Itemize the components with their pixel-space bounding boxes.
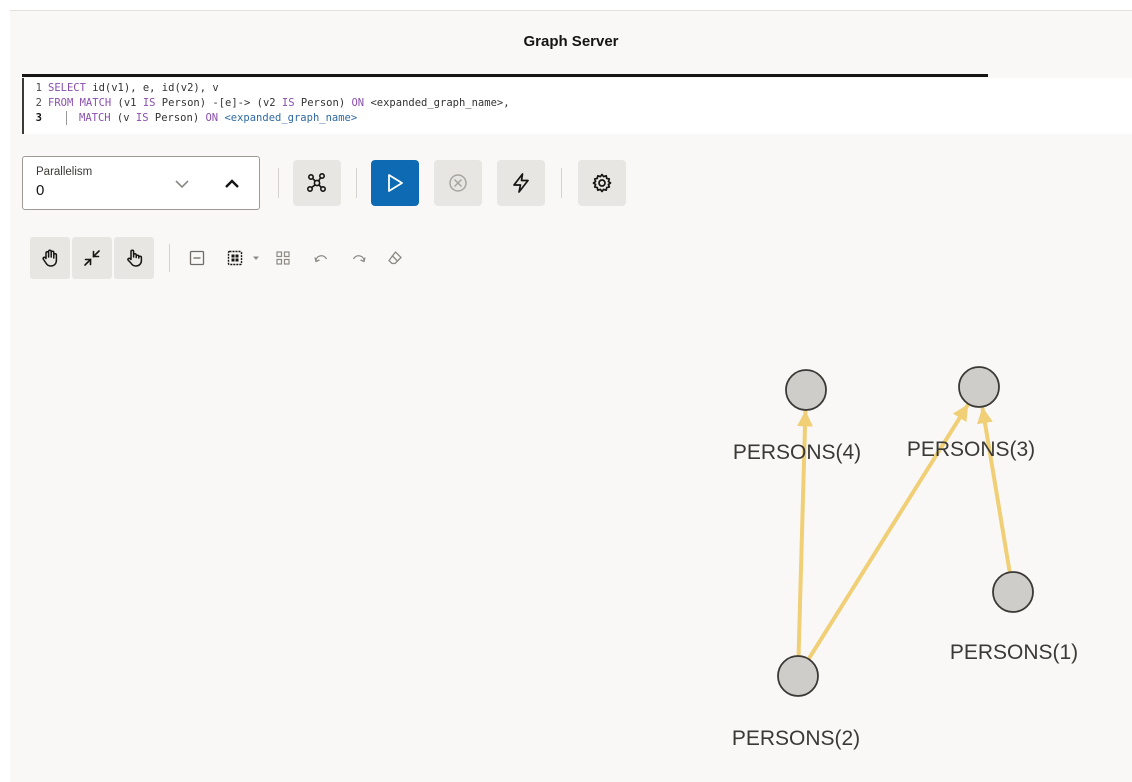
- code-line[interactable]: 1 SELECT id(v1), e, id(v2), v: [24, 81, 1132, 96]
- line-number: 1: [35, 82, 42, 94]
- parallelism-label: Parallelism: [36, 166, 93, 178]
- graph-toolbar: [30, 237, 408, 279]
- lightning-icon: [513, 173, 529, 193]
- settings-button[interactable]: [578, 160, 626, 206]
- toolbar-divider: [356, 168, 357, 198]
- toolbar-divider: [561, 168, 562, 198]
- code-line[interactable]: 3 MATCH (v IS Person) ON <expanded_graph_…: [24, 111, 1132, 126]
- graph-node-label: PERSONS(1): [950, 641, 1078, 664]
- graph-node[interactable]: [777, 655, 819, 697]
- code-token: IS: [281, 97, 295, 109]
- code-text: FROM MATCH (v1 IS Person) -[e]-> (v2 IS …: [48, 96, 510, 111]
- line-number: 3: [35, 112, 42, 124]
- code-token: MATCH: [79, 112, 111, 124]
- collapse-button[interactable]: [72, 237, 112, 279]
- header: Graph Server: [10, 11, 1132, 73]
- run-query-button[interactable]: [371, 160, 419, 206]
- code-token: FROM MATCH: [48, 97, 112, 109]
- graph-visualization[interactable]: PERSONS(4) PERSONS(3) PERSONS(1) PERSONS(2): [10, 301, 1132, 782]
- code-text: SELECT id(v1), e, id(v2), v: [48, 81, 219, 96]
- fast-mode-button[interactable]: [497, 160, 545, 206]
- code-token: ON: [205, 112, 219, 124]
- dropdown-caret-icon: [253, 256, 259, 260]
- code-token: SELECT: [48, 82, 86, 94]
- group-icon: [276, 251, 290, 265]
- graph-canvas[interactable]: PERSONS(4) PERSONS(3) PERSONS(1) PERSONS(2): [10, 301, 1132, 782]
- code-token: Person): [294, 97, 352, 109]
- layout-button[interactable]: [222, 245, 248, 271]
- play-icon: [388, 174, 403, 192]
- code-line[interactable]: 2 FROM MATCH (v1 IS Person) -[e]-> (v2 IS…: [24, 96, 1132, 111]
- graph-node-label: PERSONS(4): [733, 441, 861, 464]
- select-button[interactable]: [114, 237, 154, 279]
- app-window: Graph Server 1 SELECT id(v1), e, id(v2), …: [10, 10, 1132, 782]
- graph-node[interactable]: [992, 571, 1034, 613]
- graph-node[interactable]: [785, 369, 827, 411]
- graph-toolbar-divider: [169, 244, 170, 272]
- graph-view-button[interactable]: [293, 160, 341, 206]
- undo-button[interactable]: [308, 245, 334, 271]
- header-divider: [22, 74, 988, 77]
- minimize-icon: [189, 250, 205, 266]
- minimize-button[interactable]: [184, 245, 210, 271]
- parallelism-field[interactable]: Parallelism 0: [22, 156, 260, 210]
- graph-edge[interactable]: [977, 406, 1012, 574]
- graph-node[interactable]: [958, 366, 1000, 408]
- code-token: <expanded_graph_name>,: [364, 97, 510, 109]
- graph-node-label: PERSONS(2): [732, 727, 860, 750]
- pan-hand-icon: [42, 249, 58, 267]
- code-token: (v: [110, 112, 136, 124]
- undo-icon: [314, 255, 328, 263]
- redo-icon: [352, 255, 366, 263]
- gear-icon: [592, 173, 612, 193]
- page-title: Graph Server: [523, 32, 619, 50]
- cancel-circle-icon: [449, 174, 467, 192]
- query-toolbar: Parallelism 0: [22, 155, 626, 211]
- graph-node-label: PERSONS(3): [907, 438, 1035, 461]
- code-token: Person) -[e]-> (v2: [155, 97, 282, 109]
- pan-button[interactable]: [30, 237, 70, 279]
- line-number: 2: [35, 97, 42, 109]
- code-token: ON: [351, 97, 365, 109]
- code-token: (v1: [111, 97, 143, 109]
- parallelism-value: 0: [36, 182, 45, 199]
- code-token: Person): [148, 112, 206, 124]
- clear-button[interactable]: [382, 245, 408, 271]
- group-button[interactable]: [270, 245, 296, 271]
- chevron-up-icon[interactable]: [219, 171, 245, 197]
- query-editor[interactable]: 1 SELECT id(v1), e, id(v2), v 2 FROM MATCH …: [22, 78, 1132, 134]
- select-hand-icon: [127, 249, 143, 267]
- layout-grid-icon: [227, 250, 243, 266]
- redo-button[interactable]: [346, 245, 372, 271]
- chevron-down-icon[interactable]: [171, 173, 193, 195]
- indent-guide: [66, 111, 67, 125]
- code-token: IS: [142, 97, 156, 109]
- layout-dropdown[interactable]: [248, 245, 264, 271]
- cancel-query-button[interactable]: [434, 160, 482, 206]
- code-text: MATCH (v IS Person) ON <expanded_graph_n…: [48, 111, 357, 126]
- collapse-icon: [84, 250, 100, 266]
- toolbar-divider: [278, 168, 279, 198]
- code-token: IS: [135, 112, 149, 124]
- code-token: id(v1), e, id(v2), v: [85, 82, 219, 94]
- graph-network-icon: [306, 172, 327, 193]
- eraser-icon: [388, 251, 402, 265]
- code-token: <expanded_graph_name>: [224, 112, 358, 124]
